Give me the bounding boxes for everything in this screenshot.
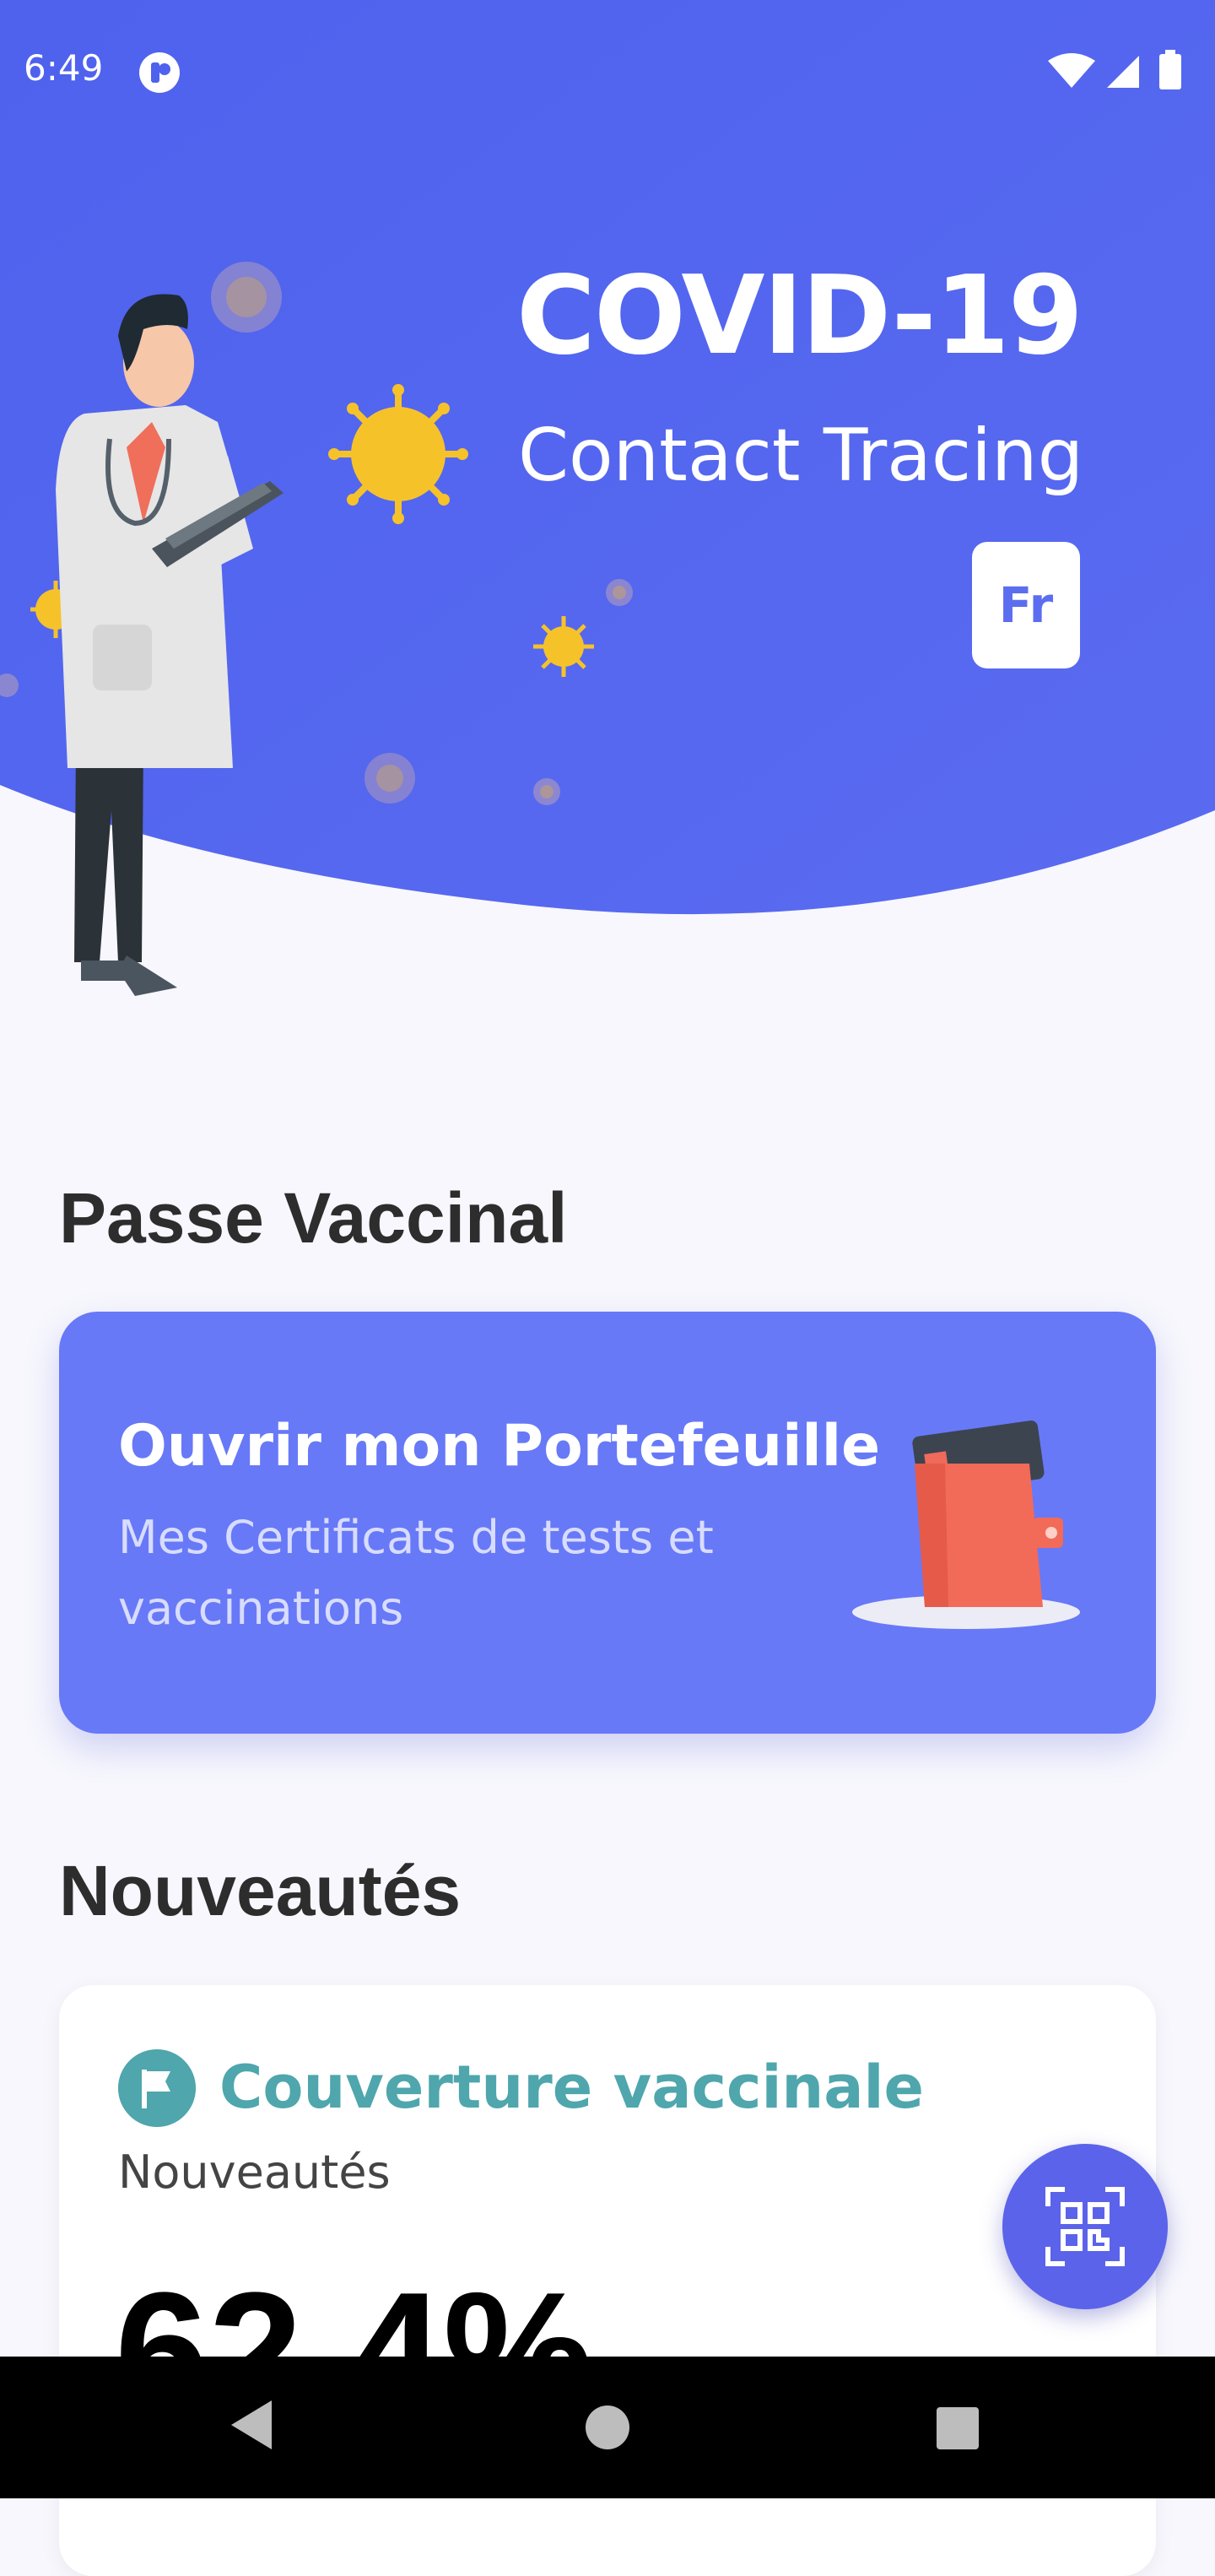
- status-time: 6:49: [24, 47, 104, 89]
- doctor-illustration: [56, 294, 284, 996]
- battery-icon: [1159, 54, 1181, 89]
- wallet-card[interactable]: Ouvrir mon Portefeuille Mes Certificats …: [59, 1312, 1156, 1734]
- qr-scan-button[interactable]: [1002, 2144, 1168, 2309]
- wallet-icon: [852, 1421, 1080, 1629]
- app-title: COVID-19: [516, 253, 1083, 379]
- recents-icon[interactable]: [935, 2406, 980, 2451]
- signal-icon: [1107, 56, 1139, 88]
- back-icon[interactable]: [226, 2395, 277, 2454]
- news-card-subheading: Nouveautés: [118, 2146, 391, 2199]
- status-icons: [1048, 50, 1181, 89]
- section-title-passe: Passe Vaccinal: [59, 1178, 568, 1258]
- system-nav-bar: [0, 2357, 1215, 2498]
- wallet-card-title: Ouvrir mon Portefeuille: [118, 1413, 881, 1480]
- app-notification-icon: [139, 52, 180, 93]
- language-button[interactable]: Fr: [972, 542, 1080, 668]
- qr-code-scan-icon: [1045, 2187, 1125, 2266]
- home-icon[interactable]: [584, 2404, 631, 2451]
- virus-icon: [328, 384, 468, 524]
- wifi-icon: [1048, 53, 1095, 88]
- app-subtitle: Contact Tracing: [518, 414, 1084, 498]
- section-title-news: Nouveautés: [59, 1851, 462, 1930]
- wallet-card-subtitle: Mes Certificats de tests et vaccinations: [118, 1511, 714, 1635]
- flag-icon: [118, 2049, 196, 2127]
- news-card-heading: Couverture vaccinale: [219, 2053, 924, 2122]
